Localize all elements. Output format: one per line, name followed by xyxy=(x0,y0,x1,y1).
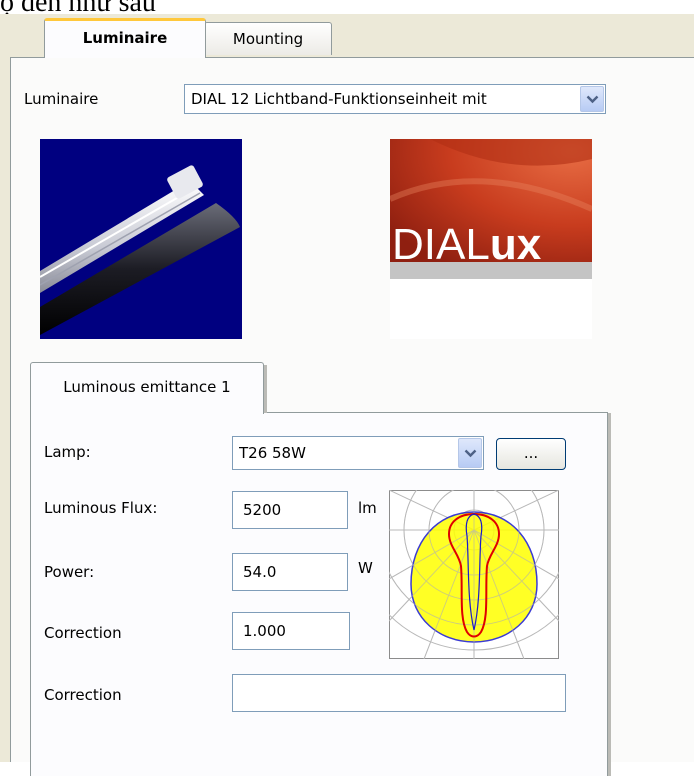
luminaire-select-value: DIAL 12 Lichtband-Funktionseinheit mit xyxy=(191,90,487,108)
lamp-browse-button[interactable]: ... xyxy=(496,438,566,470)
power-unit: W xyxy=(358,559,373,577)
chevron-down-icon xyxy=(464,449,477,458)
polar-curve-icon xyxy=(353,409,595,660)
chevron-down-icon xyxy=(586,95,599,104)
lamp-dropdown-button[interactable] xyxy=(458,438,482,468)
power-label: Power: xyxy=(44,563,95,581)
tab-luminous-emittance-1[interactable]: Luminous emittance 1 xyxy=(30,362,267,414)
lamp-select-value: T26 58W xyxy=(239,444,306,462)
lamp-label: Lamp: xyxy=(44,443,91,461)
luminaire-dropdown-button[interactable] xyxy=(580,86,604,112)
dialux-logo: DIALux xyxy=(390,139,592,279)
correction-input-2[interactable] xyxy=(232,674,566,712)
photometric-diagram xyxy=(353,409,595,660)
lamp-select[interactable]: T26 58W xyxy=(232,436,484,470)
correction-label-2: Correction xyxy=(44,686,122,704)
brand-logo: DIALux xyxy=(390,139,592,339)
tab-luminaire-label: Luminaire xyxy=(82,29,168,47)
power-input[interactable]: 54.0 xyxy=(232,553,348,591)
flux-input[interactable]: 5200 xyxy=(232,491,348,529)
luminaire-dialog: Mounting Luminaire Luminaire DIAL 12 Lic… xyxy=(0,14,694,776)
logo-text-light: DIAL xyxy=(392,220,490,269)
logo-text-bold: ux xyxy=(490,220,542,269)
flux-label: Luminous Flux: xyxy=(44,499,158,517)
flux-unit: lm xyxy=(358,499,377,517)
svg-text:DIALux: DIALux xyxy=(392,220,542,269)
luminaire-label: Luminaire xyxy=(24,90,99,108)
correction-input[interactable]: 1.000 xyxy=(232,612,350,650)
luminaire-select[interactable]: DIAL 12 Lichtband-Funktionseinheit mit xyxy=(184,84,606,114)
correction-label: Correction xyxy=(44,624,122,642)
tab-luminaire[interactable]: Luminaire xyxy=(44,18,206,58)
main-tabstrip: Mounting Luminaire xyxy=(0,14,694,62)
tab-mounting[interactable]: Mounting xyxy=(204,22,332,55)
luminaire-photo xyxy=(40,139,242,339)
